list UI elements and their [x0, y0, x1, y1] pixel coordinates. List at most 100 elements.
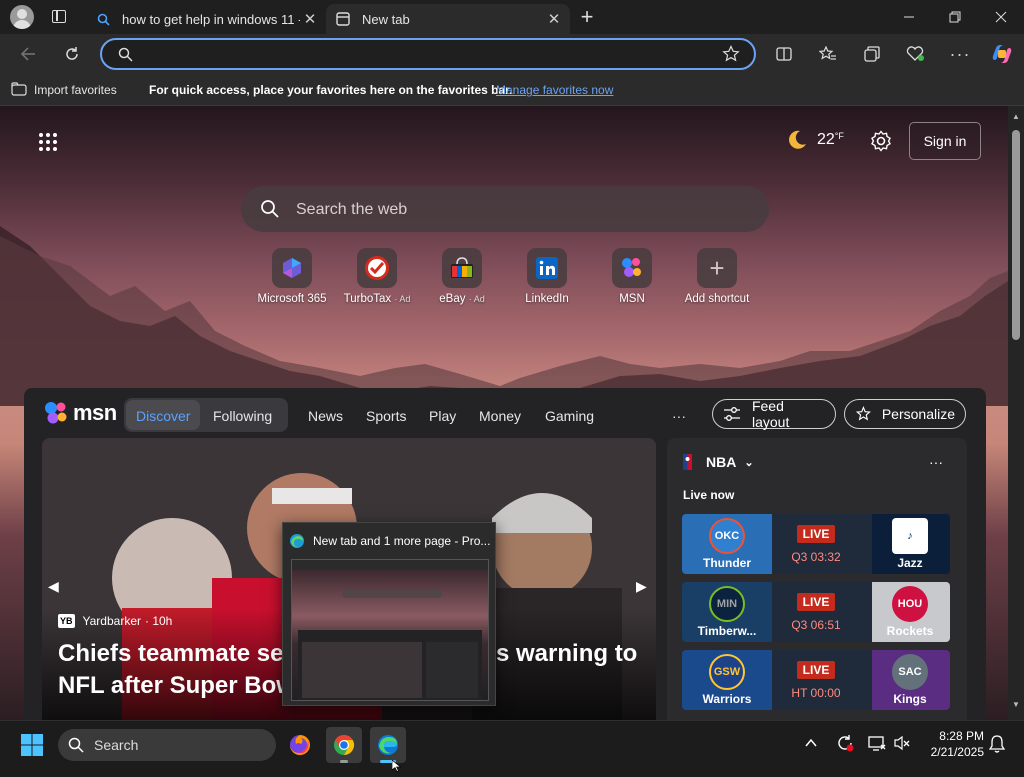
msn-logo[interactable]: msn: [44, 400, 117, 426]
collections-icon[interactable]: [856, 38, 888, 70]
back-button[interactable]: [12, 38, 44, 70]
personalize-label: Personalize: [881, 406, 955, 422]
preview-thumbnail: [291, 559, 489, 701]
browser-essentials-icon[interactable]: [900, 38, 932, 70]
nba-scores-card: NBA ⌄ ··· Live now OKC ♪ Thunder Jazz LI…: [667, 438, 967, 720]
headline-line2: NFL after Super Bow: [58, 672, 295, 699]
shortcut-turbotax[interactable]: TurboTax · Ad: [332, 248, 422, 305]
shortcut-label: Add shortcut: [684, 293, 750, 305]
shortcut-label: Microsoft 365: [257, 293, 327, 305]
hero-next-button[interactable]: ▶: [636, 578, 647, 595]
personalize-button[interactable]: Personalize: [844, 399, 966, 429]
live-badge: LIVE: [797, 661, 835, 679]
scroll-thumb[interactable]: [1012, 130, 1020, 340]
tab-gaming[interactable]: Gaming: [545, 408, 594, 424]
nba-league-label: NBA: [706, 454, 737, 470]
search-icon: [96, 12, 110, 26]
sync-status-icon[interactable]: [836, 734, 854, 757]
web-search-box[interactable]: Search the web: [241, 186, 769, 232]
taskbar-window-preview[interactable]: New tab and 1 more page - Pro...: [282, 522, 496, 706]
edge-icon: [378, 735, 398, 755]
volume-muted-icon[interactable]: [894, 735, 910, 756]
new-tab-button[interactable]: +: [576, 4, 598, 29]
tab-sports[interactable]: Sports: [366, 408, 406, 424]
scroll-up-arrow[interactable]: ▲: [1012, 112, 1020, 121]
mouse-cursor-icon: [391, 759, 402, 777]
warriors-logo-icon: GSW: [709, 654, 745, 690]
tab-play[interactable]: Play: [429, 408, 456, 424]
tab-help-windows[interactable]: how to get help in windows 11 - B ✕: [86, 4, 326, 34]
shortcut-ebay[interactable]: eBay · Ad: [417, 248, 507, 305]
favorites-icon[interactable]: [812, 38, 844, 70]
scroll-down-arrow[interactable]: ▼: [1012, 700, 1020, 709]
linkedin-icon: [527, 248, 567, 288]
edge-taskbar-button[interactable]: [370, 727, 406, 763]
manage-favorites-link[interactable]: Manage favorites now: [496, 83, 613, 97]
network-icon[interactable]: [868, 734, 886, 757]
tab-news[interactable]: News: [308, 408, 343, 424]
tab-money[interactable]: Money: [479, 408, 521, 424]
page-settings-icon[interactable]: [870, 130, 892, 157]
shortcut-msn[interactable]: MSN: [587, 248, 677, 305]
game-row[interactable]: OKC ♪ Thunder Jazz LIVE Q3 03:32: [682, 514, 950, 574]
headline-line1-tail: s warning to: [496, 640, 638, 667]
shortcut-add[interactable]: + Add shortcut: [672, 248, 762, 305]
plus-icon: +: [697, 248, 737, 288]
kings-logo-icon: SAC: [892, 654, 928, 690]
minimize-button[interactable]: [886, 0, 932, 34]
tab-close-button[interactable]: ✕: [544, 10, 564, 28]
start-button[interactable]: [14, 727, 50, 763]
weather-widget[interactable]: 22 °F: [786, 128, 844, 152]
thunder-logo-icon: OKC: [709, 518, 745, 554]
away-team-name: Rockets: [886, 624, 934, 638]
favorite-star-icon[interactable]: [722, 45, 740, 68]
settings-more-icon[interactable]: ···: [944, 38, 976, 70]
apps-grid-icon[interactable]: [38, 132, 58, 152]
nba-league-selector[interactable]: NBA ⌄: [683, 454, 754, 470]
shortcut-microsoft-365[interactable]: Microsoft 365: [247, 248, 337, 305]
tab-actions-icon[interactable]: [52, 10, 66, 23]
jazz-logo-icon: ♪: [892, 518, 928, 554]
notifications-bell-icon[interactable]: [988, 735, 1006, 758]
chrome-taskbar-button[interactable]: [326, 727, 362, 763]
shortcut-label: TurboTax: [343, 293, 392, 305]
game-row[interactable]: MIN HOU Timberw... Rockets LIVE Q3 06:51: [682, 582, 950, 642]
rockets-logo-icon: HOU: [892, 586, 928, 622]
preview-title: New tab and 1 more page - Pro...: [313, 534, 491, 548]
weather-unit: °F: [834, 131, 844, 141]
game-clock: Q3 03:32: [791, 550, 841, 564]
import-favorites-button[interactable]: Import favorites: [34, 83, 117, 97]
refresh-button[interactable]: [56, 38, 88, 70]
more-nav-button[interactable]: ···: [672, 408, 686, 424]
page-scrollbar[interactable]: ▲ ▼: [1008, 106, 1024, 720]
restore-button[interactable]: [932, 0, 978, 34]
away-team-name: Kings: [893, 692, 927, 706]
search-placeholder: Search the web: [296, 201, 408, 218]
tab-new-tab[interactable]: New tab ✕: [326, 4, 570, 34]
game-row[interactable]: GSW SAC Warriors Kings LIVE HT 00:00: [682, 650, 950, 710]
close-window-button[interactable]: [978, 0, 1024, 34]
msn-wordmark: msn: [73, 400, 117, 425]
address-bar[interactable]: [100, 38, 756, 70]
shortcut-label: eBay: [439, 293, 466, 305]
microsoft-365-icon: [272, 248, 312, 288]
show-hidden-icons-button[interactable]: [804, 736, 818, 755]
sliders-icon: [723, 407, 740, 421]
sign-in-button[interactable]: Sign in: [909, 122, 981, 160]
hero-prev-button[interactable]: ◀: [48, 578, 59, 595]
home-team-name: Timberw...: [697, 624, 757, 638]
copilot-icon[interactable]: [986, 38, 1018, 70]
split-screen-icon[interactable]: [768, 38, 800, 70]
chevron-up-icon: [805, 738, 817, 747]
firefox-taskbar-button[interactable]: [282, 727, 318, 763]
taskbar-search[interactable]: Search: [58, 729, 276, 761]
tab-close-button[interactable]: ✕: [300, 10, 320, 28]
address-input[interactable]: [146, 45, 706, 63]
shortcut-linkedin[interactable]: LinkedIn: [502, 248, 592, 305]
feed-layout-button[interactable]: Feed layout: [712, 398, 836, 430]
clock[interactable]: 8:28 PM 2/21/2025: [918, 728, 984, 760]
profile-avatar[interactable]: [10, 5, 34, 29]
nba-more-button[interactable]: ···: [929, 454, 943, 470]
tab-following[interactable]: Following: [213, 408, 272, 424]
shortcut-label: MSN: [619, 293, 645, 305]
